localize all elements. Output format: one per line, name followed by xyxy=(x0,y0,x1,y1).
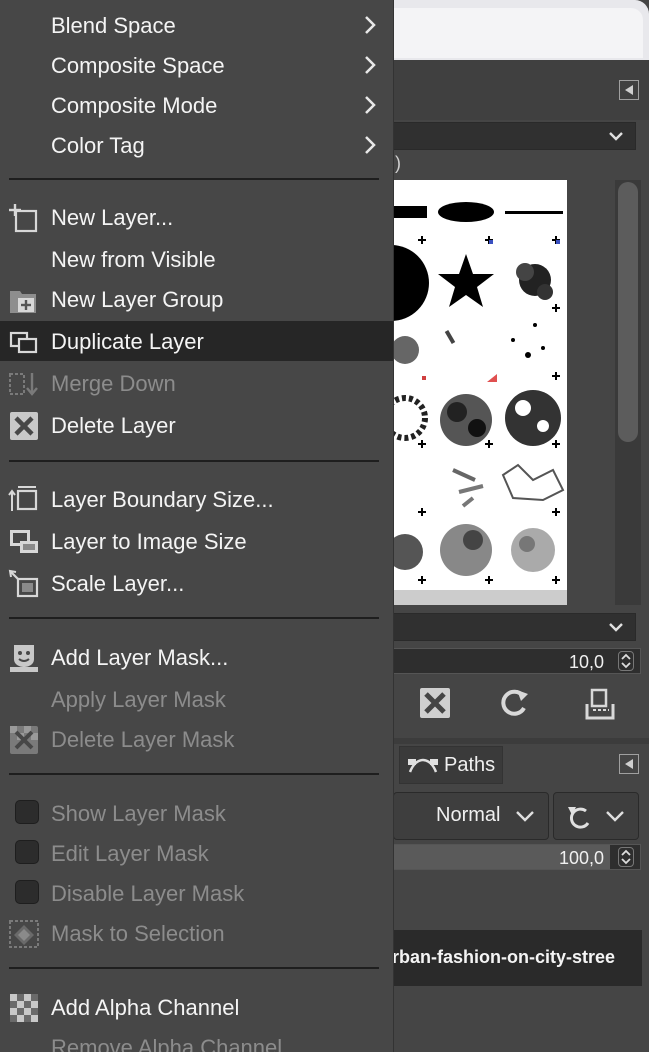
dock-background: ) 10,0 Paths Normal 100,0 urban-fashion-… xyxy=(393,0,649,1052)
show-layer-mask-checkbox[interactable] xyxy=(15,800,39,824)
menu-item-composite-mode[interactable]: Composite Mode xyxy=(0,85,393,125)
brush-scrollbar-thumb[interactable] xyxy=(618,182,638,442)
layer-boundary-size-icon xyxy=(8,486,38,511)
menu-item-show-layer-mask[interactable]: Show Layer Mask xyxy=(0,793,393,833)
chevron-right-icon xyxy=(365,56,376,74)
add-alpha-channel-icon xyxy=(10,994,38,1022)
menu-item-delete-layer[interactable]: Delete Layer xyxy=(0,405,393,445)
menu-item-edit-layer-mask[interactable]: Edit Layer Mask xyxy=(0,833,393,873)
layer-list-row[interactable]: urban-fashion-on-city-stree xyxy=(393,930,642,986)
triangle-left-icon xyxy=(625,85,633,95)
duplicate-layer-icon xyxy=(9,331,38,354)
new-layer-group-icon xyxy=(10,291,36,313)
layer-opacity-spinner[interactable]: 100,0 xyxy=(393,844,641,870)
edit-layer-mask-checkbox[interactable] xyxy=(15,840,39,864)
delete-layer-mask-icon xyxy=(10,726,38,754)
menu-item-duplicate-layer[interactable]: Duplicate Layer xyxy=(0,321,393,361)
menu-item-layer-boundary-size[interactable]: Layer Boundary Size... xyxy=(0,479,393,519)
brush-filter-text: ) xyxy=(395,153,401,173)
tab-paths[interactable]: Paths xyxy=(399,746,503,784)
spinner-arrows-icon[interactable] xyxy=(618,651,634,671)
window-title-strip xyxy=(393,0,649,60)
refresh-brushes-icon[interactable] xyxy=(497,686,531,720)
spinner-arrows-icon[interactable] xyxy=(618,847,634,867)
layer-opacity-value: 100,0 xyxy=(558,848,604,868)
paths-icon xyxy=(408,758,438,773)
layer-context-menu: Blend Space Composite Space Composite Mo… xyxy=(0,0,394,1052)
disable-layer-mask-checkbox[interactable] xyxy=(15,880,39,904)
menu-item-remove-alpha-channel[interactable]: Remove Alpha Channel xyxy=(0,1027,393,1052)
layer-to-image-size-icon xyxy=(10,530,38,553)
brush-spacing-spinner[interactable]: 10,0 xyxy=(393,648,641,674)
menu-item-blend-space[interactable]: Blend Space xyxy=(0,5,393,45)
export-brush-icon[interactable] xyxy=(583,686,617,720)
layer-name: urban-fashion-on-city-stree xyxy=(393,947,616,967)
chevron-right-icon xyxy=(365,136,376,154)
menu-item-apply-layer-mask[interactable]: Apply Layer Mask xyxy=(0,679,393,719)
undo-composite-icon xyxy=(568,807,590,829)
menu-item-add-alpha-channel[interactable]: Add Alpha Channel xyxy=(0,987,393,1027)
merge-down-icon xyxy=(9,373,38,396)
menu-item-merge-down[interactable]: Merge Down xyxy=(0,363,393,403)
menu-separator xyxy=(9,967,379,969)
menu-item-layer-to-image-size[interactable]: Layer to Image Size xyxy=(0,521,393,561)
add-layer-mask-icon xyxy=(10,645,38,672)
menu-separator xyxy=(9,460,379,462)
menu-item-disable-layer-mask[interactable]: Disable Layer Mask xyxy=(0,873,393,913)
menu-item-mask-to-selection[interactable]: Mask to Selection xyxy=(0,913,393,953)
new-layer-icon xyxy=(9,204,38,233)
brush-previews xyxy=(393,202,567,605)
chevron-down-icon xyxy=(609,132,623,141)
delete-brush-icon[interactable] xyxy=(418,686,452,720)
menu-item-new-from-visible[interactable]: New from Visible xyxy=(0,239,393,279)
dock-menu-button[interactable] xyxy=(619,80,639,100)
brush-tag-dropdown[interactable] xyxy=(393,122,636,150)
chevron-down-icon xyxy=(609,623,623,632)
layer-mode-value: Normal xyxy=(436,804,501,826)
menu-item-composite-space[interactable]: Composite Space xyxy=(0,45,393,85)
menu-separator xyxy=(9,773,379,775)
scale-layer-icon xyxy=(8,569,39,598)
tab-paths-label: Paths xyxy=(444,753,496,776)
layers-dock-menu-button[interactable] xyxy=(619,754,639,774)
menu-separator xyxy=(9,617,379,619)
brush-spacing-value: 10,0 xyxy=(568,652,604,672)
delete-layer-icon xyxy=(10,412,38,440)
menu-item-color-tag[interactable]: Color Tag xyxy=(0,125,393,165)
chevron-right-icon xyxy=(365,96,376,114)
layer-mode-dropdown[interactable]: Normal xyxy=(393,792,549,840)
brush-scrollbar[interactable] xyxy=(615,180,641,605)
triangle-left-icon xyxy=(625,759,633,769)
chevron-down-icon xyxy=(516,811,534,822)
menu-item-new-layer-group[interactable]: New Layer Group xyxy=(0,279,393,319)
mask-to-selection-icon xyxy=(9,920,39,948)
menu-item-add-layer-mask[interactable]: Add Layer Mask... xyxy=(0,637,393,677)
brushes-dock-header xyxy=(393,60,649,120)
menu-item-scale-layer[interactable]: Scale Layer... xyxy=(0,563,393,603)
menu-item-delete-layer-mask[interactable]: Delete Layer Mask xyxy=(0,719,393,759)
composite-mode-button[interactable] xyxy=(553,792,639,840)
brush-grid[interactable] xyxy=(393,180,567,605)
menu-item-new-layer[interactable]: New Layer... xyxy=(0,197,393,237)
chevron-down-icon xyxy=(606,811,624,822)
menu-separator xyxy=(9,178,379,180)
chevron-right-icon xyxy=(365,16,376,34)
brush-preset-dropdown[interactable] xyxy=(393,613,636,641)
